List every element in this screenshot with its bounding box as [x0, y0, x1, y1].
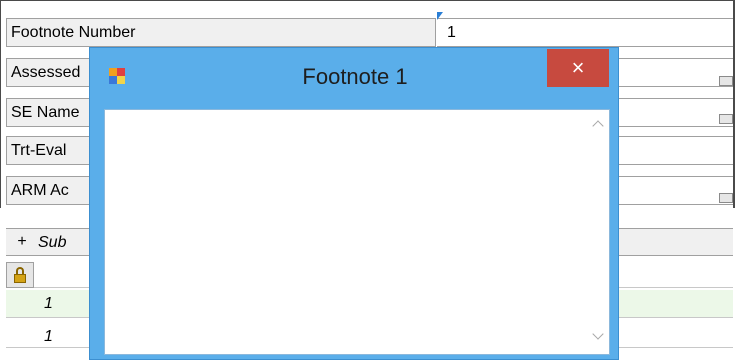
- dialog-title: Footnote 1: [302, 64, 408, 89]
- subgrid-header-label: Sub: [38, 234, 67, 251]
- footnote-dialog: Footnote 1 ×: [89, 47, 619, 360]
- grid-top-border: [0, 0, 735, 1]
- property-label-cell: Footnote Number: [6, 18, 436, 47]
- dropdown-button[interactable]: [719, 76, 733, 86]
- footnote-number-value: 1: [447, 24, 456, 41]
- dropdown-button[interactable]: [719, 193, 733, 203]
- property-label: Trt-Eval: [11, 142, 67, 159]
- property-label: Assessed: [11, 64, 81, 81]
- dropdown-button[interactable]: [719, 114, 733, 124]
- scroll-down-icon[interactable]: [592, 328, 604, 340]
- footnote-text-area[interactable]: [104, 109, 610, 355]
- footnote-number-field[interactable]: 1: [437, 18, 733, 47]
- add-row-button[interactable]: +: [12, 231, 32, 253]
- vertical-scrollbar[interactable]: [587, 110, 609, 354]
- row-number: 1: [44, 295, 53, 312]
- property-label: SE Name: [11, 104, 80, 121]
- property-label: Footnote Number: [11, 24, 136, 41]
- edit-marker-icon: [437, 12, 443, 20]
- property-label: ARM Ac: [11, 182, 69, 199]
- lock-icon: [6, 262, 34, 288]
- row-number: 1: [44, 328, 53, 345]
- scroll-up-icon[interactable]: [592, 120, 604, 132]
- close-button[interactable]: ×: [547, 49, 609, 87]
